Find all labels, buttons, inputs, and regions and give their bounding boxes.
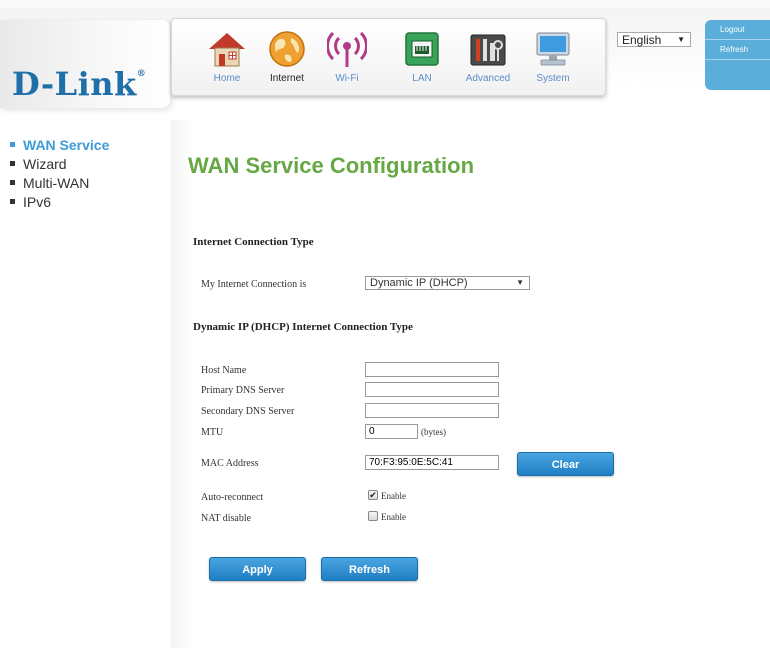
nav-lan[interactable]: LAN xyxy=(391,25,453,91)
logo-text: D-Link xyxy=(12,65,137,103)
home-icon xyxy=(209,33,245,67)
nav-internet-label: Internet xyxy=(270,73,304,84)
mac-address-input[interactable] xyxy=(365,455,499,470)
nav-lan-label: LAN xyxy=(412,73,432,84)
connection-type-heading: Internet Connection Type xyxy=(193,236,314,248)
secondary-dns-label: Secondary DNS Server xyxy=(201,406,295,417)
sidebar-item-ipv6[interactable]: IPv6 xyxy=(10,193,109,212)
nav-home-label: Home xyxy=(213,73,241,84)
mtu-unit: (bytes) xyxy=(421,427,446,437)
sidebar-item-label: IPv6 xyxy=(23,194,52,210)
auto-reconnect-label: Auto-reconnect xyxy=(201,492,264,503)
apply-button[interactable]: Apply xyxy=(209,557,306,581)
nat-disable-option: Enable xyxy=(381,512,406,522)
nat-disable-label: NAT disable xyxy=(201,513,252,524)
sidebar-item-multi-wan[interactable]: Multi-WAN xyxy=(10,174,109,193)
auto-reconnect-option: Enable xyxy=(381,491,406,501)
nav-wifi[interactable]: Wi-Fi xyxy=(316,25,378,91)
mtu-label: MTU xyxy=(201,427,224,438)
clear-button[interactable]: Clear xyxy=(517,452,614,476)
primary-dns-input[interactable] xyxy=(365,382,499,397)
sidebar-item-label: Wizard xyxy=(23,156,67,172)
bullet-icon xyxy=(10,179,15,185)
sidebar-item-label: WAN Service xyxy=(23,137,110,153)
host-name-label: Host Name xyxy=(201,365,247,376)
top-nav-bar: Home Internet Wi-Fi LAN Advanced System xyxy=(171,18,606,96)
sidebar-item-wan-service[interactable]: WAN Service xyxy=(10,136,109,155)
nav-wifi-label: Wi-Fi xyxy=(335,73,359,84)
auto-reconnect-checkbox[interactable]: ✔ xyxy=(368,490,378,500)
header-refresh-link[interactable]: Refresh xyxy=(705,40,770,60)
computer-icon xyxy=(536,32,570,66)
secondary-dns-input[interactable] xyxy=(365,403,499,418)
dlink-logo: D-Link® xyxy=(12,65,147,103)
primary-dns-label: Primary DNS Server xyxy=(201,385,285,396)
refresh-button[interactable]: Refresh xyxy=(321,557,418,581)
language-select[interactable]: English ▼ xyxy=(617,32,691,47)
nav-system[interactable]: System xyxy=(522,25,584,91)
nav-system-label: System xyxy=(536,73,570,84)
nav-internet[interactable]: Internet xyxy=(256,25,318,91)
globe-icon xyxy=(269,31,305,67)
connection-type-value: Dynamic IP (DHCP) xyxy=(370,277,468,289)
sidebar-item-label: Multi-WAN xyxy=(23,175,90,191)
tools-icon xyxy=(470,34,506,66)
bullet-icon xyxy=(10,198,15,204)
dropdown-arrow-icon: ▼ xyxy=(677,35,685,44)
page-title: WAN Service Configuration xyxy=(188,153,475,178)
language-selected-value: English xyxy=(622,33,662,47)
nav-home[interactable]: Home xyxy=(196,25,258,91)
dropdown-arrow-icon: ▼ xyxy=(516,278,524,287)
account-box: Logout Refresh xyxy=(705,20,770,90)
connection-type-select[interactable]: Dynamic IP (DHCP) ▼ xyxy=(365,276,530,290)
mac-address-label: MAC Address xyxy=(201,458,259,469)
nav-advanced-label: Advanced xyxy=(465,73,511,84)
logo-panel: D-Link® xyxy=(0,20,170,108)
lan-icon xyxy=(405,32,439,66)
checkmark-icon: ✔ xyxy=(369,490,377,500)
nat-disable-checkbox[interactable] xyxy=(368,511,378,521)
logout-link[interactable]: Logout xyxy=(705,20,770,40)
my-connection-label: My Internet Connection is xyxy=(201,279,307,290)
dhcp-heading: Dynamic IP (DHCP) Internet Connection Ty… xyxy=(193,321,413,333)
sidebar-item-wizard[interactable]: Wizard xyxy=(10,155,109,174)
nav-advanced[interactable]: Advanced xyxy=(457,25,519,91)
bullet-icon xyxy=(10,141,15,147)
host-name-input[interactable] xyxy=(365,362,499,377)
mtu-input[interactable] xyxy=(365,424,418,439)
wifi-icon xyxy=(327,31,367,67)
bullet-icon xyxy=(10,160,15,166)
sidebar-menu: WAN Service Wizard Multi-WAN IPv6 xyxy=(10,136,109,212)
